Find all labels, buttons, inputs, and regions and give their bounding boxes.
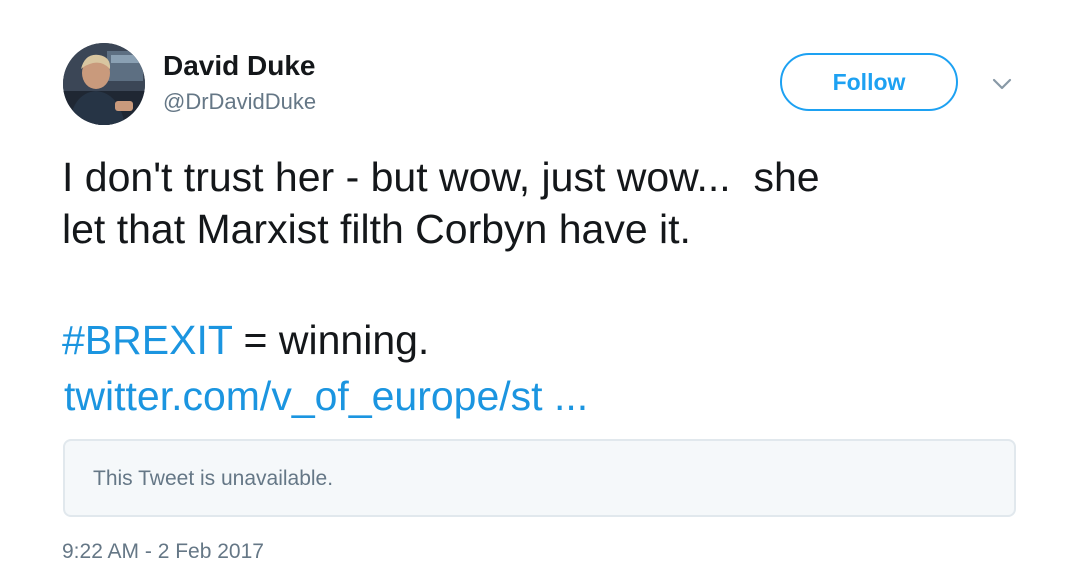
tweet-text-line: let that Marxist filth Corbyn have it. — [62, 206, 691, 252]
follow-button[interactable]: Follow — [780, 53, 958, 111]
hashtag-suffix-text: = winning. — [232, 317, 430, 363]
link-line: twitter.com/v_of_europe/st ... — [64, 370, 588, 422]
quoted-tweet-card[interactable]: This Tweet is unavailable. — [63, 439, 1016, 517]
hashtag-link[interactable]: #BREXIT — [62, 317, 232, 363]
tweet-timestamp[interactable]: 9:22 AM - 2 Feb 2017 — [62, 540, 264, 564]
avatar-photo — [63, 43, 145, 125]
avatar[interactable] — [63, 43, 145, 125]
tweet-url-link[interactable]: twitter.com/v_of_europe/st ... — [64, 373, 588, 419]
author-display-name[interactable]: David Duke — [163, 49, 316, 83]
chevron-down-icon[interactable] — [988, 72, 1016, 94]
tweet-text: I don't trust her - but wow, just wow...… — [62, 151, 1022, 255]
hashtag-line: #BREXIT = winning. — [62, 314, 429, 366]
quoted-tweet-unavailable-text: This Tweet is unavailable. — [93, 467, 334, 490]
author-handle[interactable]: @DrDavidDuke — [163, 89, 316, 115]
tweet-text-line: I don't trust her - but wow, just wow...… — [62, 154, 820, 200]
